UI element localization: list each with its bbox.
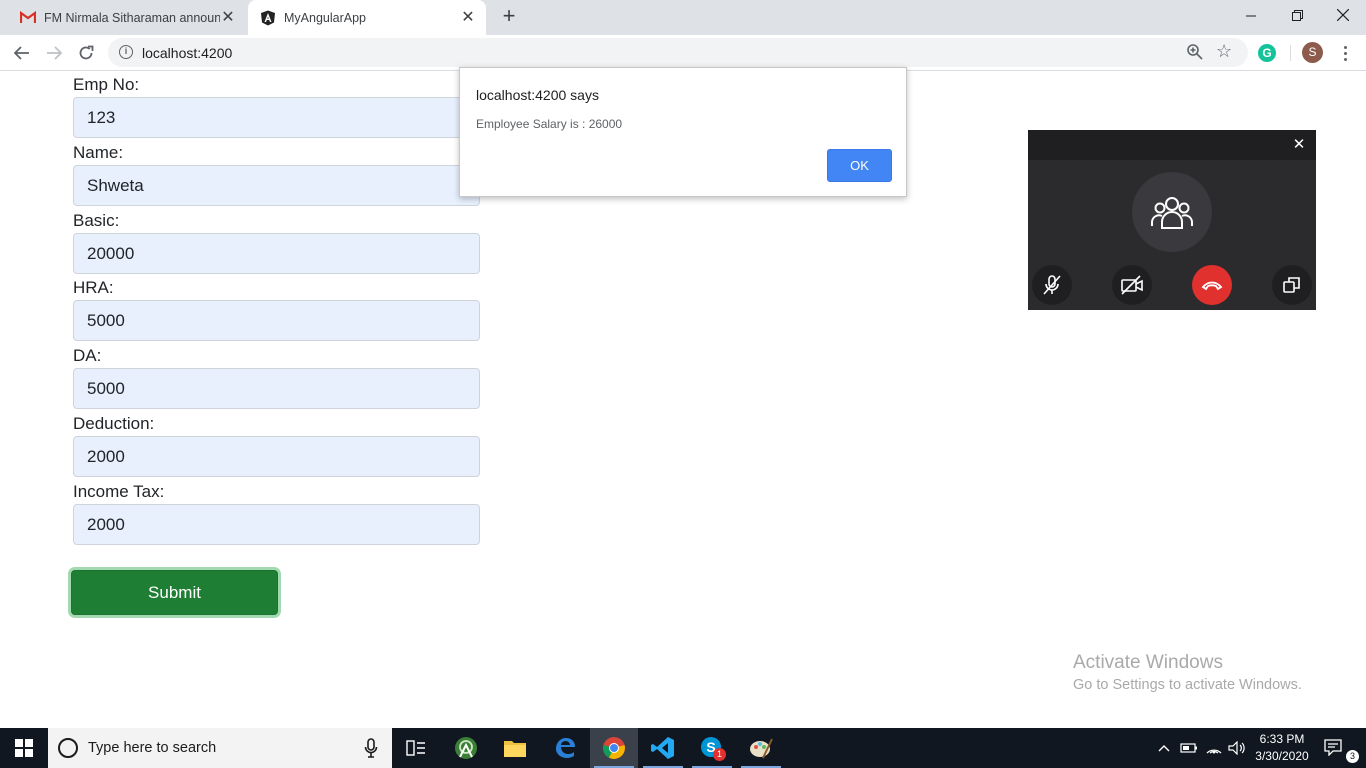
video-off-icon[interactable] <box>1112 265 1152 305</box>
notification-count-badge: 3 <box>1346 750 1359 763</box>
group-avatar-icon <box>1132 172 1212 252</box>
da-label: DA: <box>73 346 102 365</box>
info-icon[interactable]: i <box>119 45 133 59</box>
alert-dialog: localhost:4200 says Employee Salary is :… <box>459 67 907 197</box>
submit-button[interactable]: Submit <box>71 570 278 615</box>
name-input[interactable] <box>73 165 480 206</box>
activate-windows-subtitle: Go to Settings to activate Windows. <box>1073 677 1302 693</box>
vscode-icon[interactable] <box>639 728 687 768</box>
gmail-icon <box>20 10 36 26</box>
close-icon <box>1337 9 1349 21</box>
tab-title: MyAngularApp <box>284 10 366 25</box>
dialog-message: Employee Salary is : 26000 <box>476 117 623 131</box>
browser-menu-icon[interactable] <box>1340 41 1350 65</box>
hra-label: HRA: <box>73 278 114 297</box>
popout-icon[interactable] <box>1272 265 1312 305</box>
minimize-button[interactable] <box>1228 0 1274 30</box>
da-input[interactable] <box>73 368 480 409</box>
taskbar-search-box[interactable]: Type here to search <box>48 728 392 768</box>
windows-taskbar: Type here to search S 1 6:33 PM 3/30/202… <box>0 728 1366 768</box>
angular-icon <box>260 10 276 26</box>
search-placeholder: Type here to search <box>88 740 217 756</box>
activate-windows-title: Activate Windows <box>1073 652 1223 673</box>
emp-no-input[interactable] <box>73 97 480 138</box>
close-icon[interactable]: ✕ <box>1290 136 1308 154</box>
notification-icon[interactable] <box>1324 738 1342 761</box>
zoom-icon[interactable] <box>1186 43 1204 66</box>
arrow-left-icon <box>14 46 29 60</box>
forward-button[interactable] <box>42 41 66 65</box>
grammarly-extension-icon[interactable]: G <box>1258 44 1276 62</box>
wifi-icon[interactable] <box>1203 728 1225 768</box>
skype-badge: 1 <box>713 748 726 761</box>
restore-icon <box>1291 9 1303 21</box>
call-window-header[interactable]: ✕ <box>1028 130 1316 160</box>
toolbar-divider <box>1290 45 1291 61</box>
new-tab-button[interactable]: + <box>498 5 520 28</box>
clock-time[interactable]: 6:33 PM <box>1250 732 1314 746</box>
start-button[interactable] <box>0 728 48 768</box>
tab-title: FM Nirmala Sitharaman announc <box>44 10 220 25</box>
window-close-button[interactable] <box>1320 0 1366 30</box>
call-mini-window[interactable]: ✕ <box>1028 130 1316 310</box>
chrome-icon[interactable] <box>590 728 638 768</box>
file-explorer-icon[interactable] <box>491 728 539 768</box>
windows-logo-icon <box>15 739 33 757</box>
back-button[interactable] <box>10 41 34 65</box>
deduction-label: Deduction: <box>73 414 155 433</box>
tab-gmail[interactable]: FM Nirmala Sitharaman announc ✕ <box>8 0 246 35</box>
mic-off-icon[interactable] <box>1032 265 1072 305</box>
name-label: Name: <box>73 143 124 162</box>
browser-toolbar: i localhost:4200 ☆ G S <box>0 35 1366 71</box>
url-text[interactable]: localhost:4200 <box>142 45 232 61</box>
paint-icon[interactable] <box>737 728 785 768</box>
arrow-right-icon <box>47 46 62 60</box>
restore-button[interactable] <box>1274 0 1320 30</box>
tray-chevron-icon[interactable] <box>1154 728 1174 768</box>
hra-input[interactable] <box>73 300 480 341</box>
basic-input[interactable] <box>73 233 480 274</box>
dialog-title: localhost:4200 says <box>476 87 599 103</box>
basic-label: Basic: <box>73 211 120 230</box>
hang-up-icon[interactable] <box>1192 265 1232 305</box>
bookmark-star-icon[interactable]: ☆ <box>1216 41 1232 62</box>
reload-button[interactable] <box>74 41 98 65</box>
edge-icon[interactable] <box>541 728 589 768</box>
android-studio-icon[interactable] <box>442 728 490 768</box>
volume-icon[interactable] <box>1226 728 1248 768</box>
tab-close-icon[interactable]: ✕ <box>220 9 236 26</box>
minimize-icon <box>1245 15 1256 16</box>
income-tax-input[interactable] <box>73 504 480 545</box>
clock-date[interactable]: 3/30/2020 <box>1250 749 1314 763</box>
tab-myangularapp[interactable]: MyAngularApp ✕ <box>248 0 486 35</box>
deduction-input[interactable] <box>73 436 480 477</box>
microphone-icon[interactable] <box>364 738 378 763</box>
profile-avatar[interactable]: S <box>1302 42 1323 63</box>
dialog-ok-button[interactable]: OK <box>827 149 892 182</box>
task-view-icon[interactable] <box>392 728 440 768</box>
skype-icon[interactable]: S 1 <box>688 728 736 768</box>
emp-no-label: Emp No: <box>73 75 140 94</box>
income-tax-label: Income Tax: <box>73 482 165 501</box>
reload-icon <box>79 45 94 60</box>
battery-icon[interactable] <box>1178 728 1200 768</box>
cortana-icon <box>58 738 78 758</box>
tab-close-icon[interactable]: ✕ <box>460 9 476 26</box>
browser-tab-strip: FM Nirmala Sitharaman announc ✕ MyAngula… <box>0 0 1366 35</box>
address-bar[interactable]: i localhost:4200 ☆ <box>108 38 1248 67</box>
